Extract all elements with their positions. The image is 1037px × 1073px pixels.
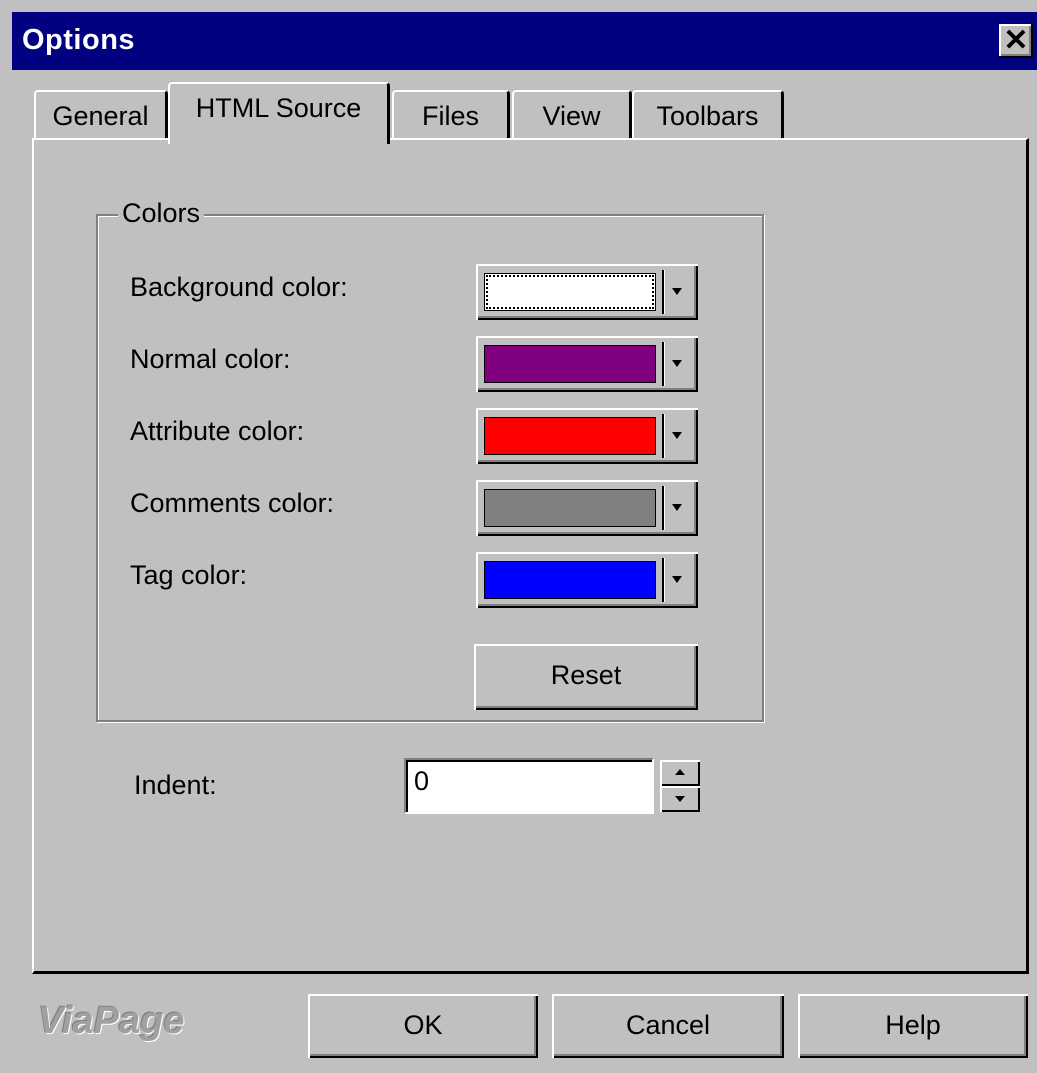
help-button-label: Help [885,1010,941,1040]
spin-up-button[interactable] [660,760,700,786]
close-button[interactable]: ✕ [999,24,1033,58]
tab-html-source-label: HTML Source [195,93,362,123]
tab-general-label: General [52,101,149,131]
background-color-swatch [484,273,656,311]
dropdown-arrow-icon[interactable] [672,360,682,367]
indent-input[interactable]: 0 [404,758,654,814]
tab-toolbars[interactable]: Toolbars [632,90,784,142]
attribute-color-picker[interactable] [476,408,698,464]
picker-separator [662,486,665,530]
spin-down-button[interactable] [660,786,700,812]
picker-separator [662,558,665,602]
normal-color-label: Normal color: [130,344,291,374]
brand-logo: ViaPage [38,1000,185,1042]
tab-view-label: View [542,101,601,131]
colors-group: Colors Background color: Normal color: A… [96,198,764,722]
colors-group-legend: Colors [118,198,205,229]
comments-color-picker[interactable] [476,480,698,536]
ok-button[interactable]: OK [308,994,538,1058]
tab-files[interactable]: Files [392,90,510,142]
ok-button-label: OK [403,1010,443,1040]
cancel-button-label: Cancel [625,1010,711,1040]
dropdown-arrow-icon[interactable] [672,576,682,583]
tag-color-swatch [484,561,656,599]
dropdown-arrow-icon[interactable] [672,288,682,295]
picker-separator [662,270,665,314]
options-dialog: Options ✕ General HTML Source Files View… [0,0,1037,1073]
help-button[interactable]: Help [798,994,1028,1058]
tab-view[interactable]: View [512,90,632,142]
background-color-label: Background color: [130,272,348,302]
dropdown-arrow-icon[interactable] [672,432,682,439]
title-bar: Options ✕ [12,12,1037,70]
attribute-color-label: Attribute color: [130,416,305,446]
html-source-panel: Colors Background color: Normal color: A… [32,138,1029,974]
comments-color-swatch [484,489,656,527]
tab-html-source[interactable]: HTML Source [168,82,390,144]
tab-general[interactable]: General [34,90,168,142]
cancel-button[interactable]: Cancel [552,994,784,1058]
tag-color-label: Tag color: [130,560,248,590]
close-icon: ✕ [1003,24,1029,57]
comments-color-label: Comments color: [130,488,335,518]
picker-separator [662,414,665,458]
picker-separator [662,342,665,386]
reset-button-label: Reset [550,660,622,690]
normal-color-picker[interactable] [476,336,698,392]
reset-button[interactable]: Reset [474,644,698,710]
indent-spinner[interactable] [660,760,700,812]
dropdown-arrow-icon[interactable] [672,504,682,511]
tab-files-label: Files [421,101,479,131]
tag-color-picker[interactable] [476,552,698,608]
tab-toolbars-label: Toolbars [656,101,759,131]
arrow-down-icon [675,796,685,802]
indent-label: Indent: [134,770,217,800]
window-title: Options [22,24,136,56]
background-color-picker[interactable] [476,264,698,320]
attribute-color-swatch [484,417,656,455]
arrow-up-icon [675,769,685,775]
normal-color-swatch [484,345,656,383]
